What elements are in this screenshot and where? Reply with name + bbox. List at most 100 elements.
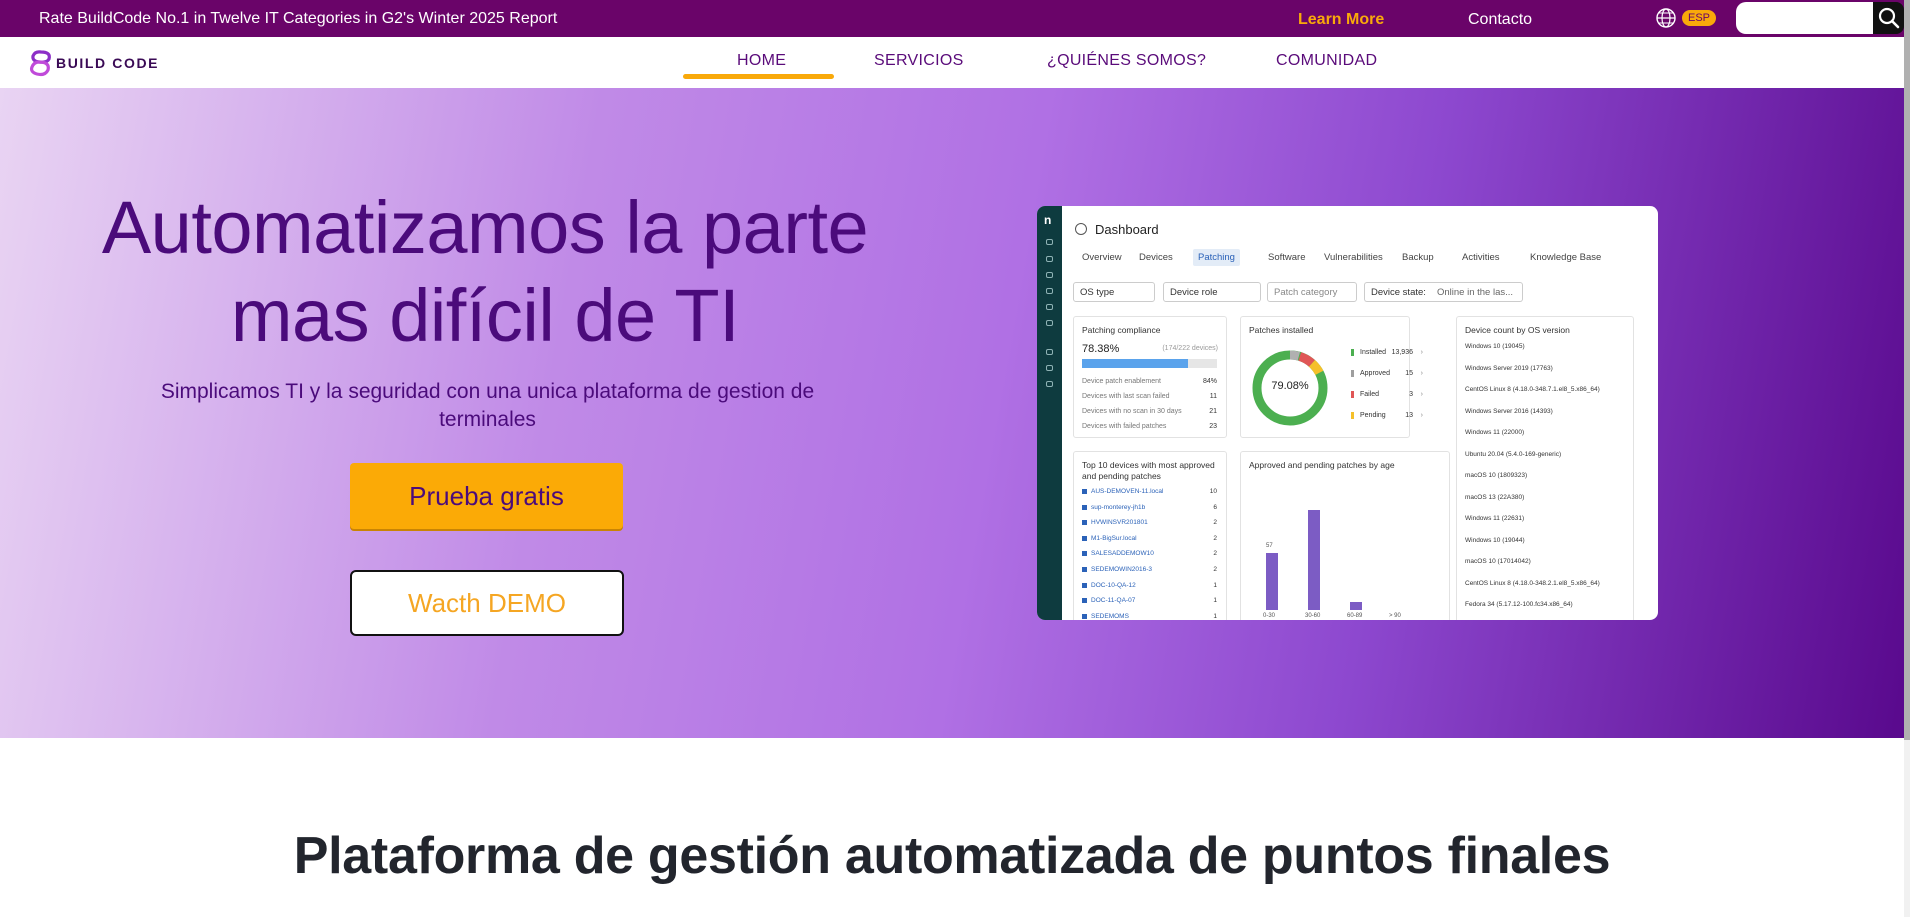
compliance-row-value: 21 xyxy=(1209,408,1217,415)
os-card: Device count by OS version Windows 10 (1… xyxy=(1456,316,1634,620)
nav-item-quienes-somos[interactable]: ¿QUIÉNES SOMOS? xyxy=(1047,52,1206,70)
device-name: SEDEMOWIN2016-3 xyxy=(1091,566,1153,573)
os-row: CentOS Linux 8 (4.18.0-348.2.1.el8_5.x86… xyxy=(1465,579,1600,587)
os-row: Fedora 34 (5.17.12-100.fc34.x86_64) xyxy=(1465,601,1573,608)
brand-logo[interactable]: BUILD CODE xyxy=(28,49,159,77)
device-count: 2 xyxy=(1213,550,1217,558)
patches-legend-label: Pending xyxy=(1360,412,1386,419)
patches-legend-value: 3 xyxy=(1409,391,1413,398)
watch-demo-button[interactable]: Wacth DEMO xyxy=(350,570,624,636)
rail-icon xyxy=(1046,365,1053,371)
scrollbar-thumb[interactable] xyxy=(1904,0,1910,740)
learn-more-link[interactable]: Learn More xyxy=(1298,11,1384,29)
tab-software: Software xyxy=(1268,252,1306,263)
compliance-title: Patching compliance xyxy=(1082,325,1161,335)
logo-icon xyxy=(29,50,51,77)
rail-icon xyxy=(1046,272,1053,278)
device-row: SEDEMOWIN2016-3 2 xyxy=(1082,566,1217,573)
os-row: macOS 13 (22A380) xyxy=(1465,493,1525,501)
device-name: HVWINSVR201801 xyxy=(1091,519,1148,527)
filter-os-type: OS type xyxy=(1073,282,1155,302)
compliance-row: Devices with failed patches 23 xyxy=(1082,423,1217,430)
os-row: Windows 11 (22631) xyxy=(1465,515,1525,522)
nav-item-home[interactable]: HOME xyxy=(737,52,786,70)
device-count: 1 xyxy=(1213,612,1217,620)
os-row: CentOS Linux 8 (4.18.0-348.7.1.el8_5.x86… xyxy=(1465,386,1600,393)
section-title: Plataforma de gestión automatizada de pu… xyxy=(293,827,1611,885)
device-count: 1 xyxy=(1213,581,1217,589)
device-row: sup-monterey-jh1b 6 xyxy=(1082,504,1217,511)
age-bar xyxy=(1266,553,1278,610)
tab-overview: Overview xyxy=(1082,252,1122,263)
device-row: DOC-11-QA-07 1 xyxy=(1082,597,1217,604)
compliance-row-value: 23 xyxy=(1209,423,1217,430)
tab-devices: Devices xyxy=(1139,252,1173,263)
contact-link[interactable]: Contacto xyxy=(1468,11,1532,29)
tab-backup: Backup xyxy=(1402,252,1434,263)
nav-item-servicios[interactable]: SERVICIOS xyxy=(874,52,964,70)
compliance-row-value: 11 xyxy=(1209,393,1217,400)
chevron-right-icon: › xyxy=(1420,391,1423,398)
rail-icon xyxy=(1046,349,1053,355)
patches-legend-value: 13,936 xyxy=(1391,349,1413,356)
age-title: Approved and pending patches by age xyxy=(1249,460,1395,470)
announcement-bar: Rate BuildCode No.1 in Twelve IT Categor… xyxy=(0,0,1904,37)
compliance-row: Devices with last scan failed 11 xyxy=(1082,393,1217,400)
device-name: sup-monterey-jh1b xyxy=(1091,503,1146,511)
active-nav-indicator xyxy=(683,74,834,79)
compliance-row-label: Devices with no scan in 30 days xyxy=(1082,408,1182,415)
tab-knowledge-base: Knowledge Base xyxy=(1530,252,1602,263)
rail-icon xyxy=(1046,381,1053,387)
rail-icon xyxy=(1046,304,1053,310)
device-row: AUS-DEMOVEN-11.local 10 xyxy=(1082,488,1217,495)
rail-icon xyxy=(1046,256,1053,262)
compliance-card: Patching compliance 78.38% (174/222 devi… xyxy=(1073,316,1227,438)
device-count: 1 xyxy=(1213,597,1217,605)
filter-device-role: Device role xyxy=(1163,282,1261,302)
patches-legend-value: 15 xyxy=(1405,370,1413,377)
announcement-text: Rate BuildCode No.1 in Twelve IT Categor… xyxy=(39,10,558,27)
compliance-bar-fill xyxy=(1082,359,1188,368)
filter-device-state: Device state: xyxy=(1364,282,1432,302)
hero-headline-line2: mas difícil de TI xyxy=(230,274,740,357)
compliance-row-label: Devices with failed patches xyxy=(1082,423,1167,430)
age-tick-label: 30-60 xyxy=(1305,613,1321,619)
device-row: SEDEMOMS 1 xyxy=(1082,613,1217,620)
patches-legend-label: Installed xyxy=(1360,349,1387,356)
device-count: 6 xyxy=(1213,503,1217,511)
device-name: DOC-10-QA-12 xyxy=(1091,581,1136,589)
windows-icon xyxy=(1082,535,1087,541)
rail-icon xyxy=(1046,288,1053,294)
device-count: 2 xyxy=(1213,534,1217,542)
device-row: HVWINSVR201801 2 xyxy=(1082,519,1217,526)
windows-icon xyxy=(1082,504,1087,510)
language-badge[interactable]: ESP xyxy=(1682,10,1717,26)
device-name: SALESADDEMOW10 xyxy=(1091,550,1154,558)
main-nav: BUILD CODE HOME SERVICIOS ¿QUIÉNES SOMOS… xyxy=(0,37,1904,88)
nav-item-comunidad[interactable]: COMUNIDAD xyxy=(1276,52,1377,70)
patches-legend-row: Failed 3 › xyxy=(1351,391,1423,398)
os-row: Ubuntu 20.04 (5.4.0-169-generic) xyxy=(1465,450,1562,458)
globe-icon[interactable] xyxy=(1655,7,1677,29)
windows-icon xyxy=(1082,520,1087,526)
device-row: SALESADDEMOW10 2 xyxy=(1082,550,1217,557)
compliance-row: Device patch enablement 84% xyxy=(1082,378,1217,385)
patches-legend-label: Failed xyxy=(1360,391,1380,398)
compliance-row: Devices with no scan in 30 days 21 xyxy=(1082,408,1217,415)
filter-device-state-value: Online in the las... xyxy=(1431,282,1523,302)
free-trial-button[interactable]: Prueba gratis xyxy=(350,463,623,529)
device-count: 2 xyxy=(1213,566,1217,573)
windows-icon xyxy=(1082,551,1087,557)
compliance-row-label: Devices with last scan failed xyxy=(1082,393,1170,400)
patches-legend-row: Approved 15 › xyxy=(1351,370,1423,377)
page-scrollbar[interactable] xyxy=(1904,0,1910,917)
patches-legend-label: Approved xyxy=(1360,370,1390,377)
ninja-logo: n xyxy=(1044,213,1052,227)
dashboard-title: Dashboard xyxy=(1095,222,1159,237)
top-devices-title: Top 10 devices with most approved and pe… xyxy=(1082,460,1215,481)
search-button[interactable] xyxy=(1873,2,1904,34)
device-name: DOC-11-QA-07 xyxy=(1091,597,1136,605)
rail-icon xyxy=(1046,239,1053,245)
search-input[interactable] xyxy=(1736,2,1873,34)
device-name: M1-BigSur.local xyxy=(1091,534,1137,542)
